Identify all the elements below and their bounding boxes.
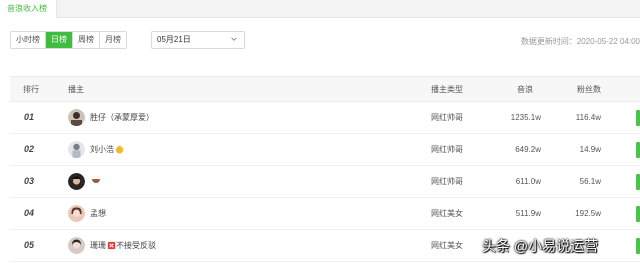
host-name[interactable]: 胜仔（承蒙厚爱）	[90, 102, 154, 133]
action-bar[interactable]	[636, 174, 640, 190]
table-row[interactable]: 03 网红帅哥 611.0w 56.1w	[10, 166, 640, 198]
anger-emoji-icon	[107, 241, 116, 250]
rank-cell: 04	[24, 208, 35, 218]
header-host: 播主	[68, 85, 84, 94]
host-name-text: 刘小浩	[90, 145, 114, 154]
sound-value: 611.0w	[515, 177, 541, 186]
action-bar[interactable]	[636, 142, 640, 158]
host-type: 网红帅哥	[431, 113, 463, 122]
action-bar[interactable]	[636, 110, 640, 126]
date-picker[interactable]: 05月21日	[151, 31, 245, 49]
update-time: 数据更新时间：2020-05-22 04:00	[520, 37, 640, 46]
tab-sound-income-rank[interactable]: 音浪收入榜	[0, 0, 57, 18]
period-hourly-button[interactable]: 小时榜	[11, 32, 46, 48]
header-sound: 音浪	[517, 85, 533, 94]
fans-value: 116.4w	[575, 113, 601, 122]
avatar[interactable]	[68, 205, 85, 222]
table-row[interactable]: 04 孟想 网红美女 511.9w 192.5w	[10, 198, 640, 230]
host-type: 网红美女	[431, 241, 463, 250]
fans-value: 14.9w	[579, 145, 601, 154]
action-bar[interactable]	[636, 238, 640, 254]
header-rank: 排行	[23, 85, 39, 94]
sound-value: 1235.1w	[510, 113, 541, 122]
tab-bar: 音浪收入榜	[0, 0, 640, 18]
watermark: 头条 @小易说运营	[482, 238, 599, 254]
host-name[interactable]: 刘小浩	[90, 134, 124, 165]
rank-cell: 01	[24, 112, 35, 122]
rank-cell: 05	[24, 240, 35, 250]
avatar[interactable]	[68, 173, 85, 190]
watermelon-emoji-icon	[92, 179, 100, 183]
fans-value: 56.1w	[579, 177, 601, 186]
avatar[interactable]	[68, 141, 85, 158]
period-daily-button[interactable]: 日榜	[46, 32, 73, 48]
host-name[interactable]	[90, 166, 101, 197]
fans-value: 192.5w	[575, 209, 601, 218]
period-weekly-button[interactable]: 周榜	[73, 32, 100, 48]
table-row[interactable]: 01 胜仔（承蒙厚爱） 网红帅哥 1235.1w 116.4w	[10, 102, 640, 134]
host-type: 网红帅哥	[431, 177, 463, 186]
table-row[interactable]: 02 刘小浩 网红帅哥 649.2w 14.9w	[10, 134, 640, 166]
action-bar[interactable]	[636, 206, 640, 222]
period-selector: 小时榜 日榜 周榜 月榜	[10, 31, 127, 49]
host-name-text: 珊珊	[90, 241, 106, 250]
sound-value: 511.9w	[515, 209, 541, 218]
host-name[interactable]: 孟想	[90, 198, 106, 229]
host-name-suffix: 不接受反驳	[116, 241, 156, 250]
hand-emoji-icon	[115, 145, 124, 154]
ranking-table: 排行 播主 播主类型 音浪 粉丝数 01 胜仔（承蒙厚爱） 网红帅哥 1235.…	[10, 76, 640, 262]
host-type: 网红美女	[431, 209, 463, 218]
table-header: 排行 播主 播主类型 音浪 粉丝数	[10, 76, 640, 102]
avatar[interactable]	[68, 237, 85, 254]
date-value: 05月21日	[157, 35, 191, 44]
avatar[interactable]	[68, 109, 85, 126]
chevron-down-icon	[231, 37, 237, 41]
period-monthly-button[interactable]: 月榜	[100, 32, 126, 48]
header-type: 播主类型	[431, 85, 463, 94]
host-type: 网红帅哥	[431, 145, 463, 154]
rank-cell: 02	[24, 144, 35, 154]
host-name[interactable]: 珊珊 不接受反驳	[90, 230, 156, 261]
sound-value: 649.2w	[515, 145, 541, 154]
header-fans: 粉丝数	[577, 85, 601, 94]
rank-cell: 03	[24, 176, 35, 186]
